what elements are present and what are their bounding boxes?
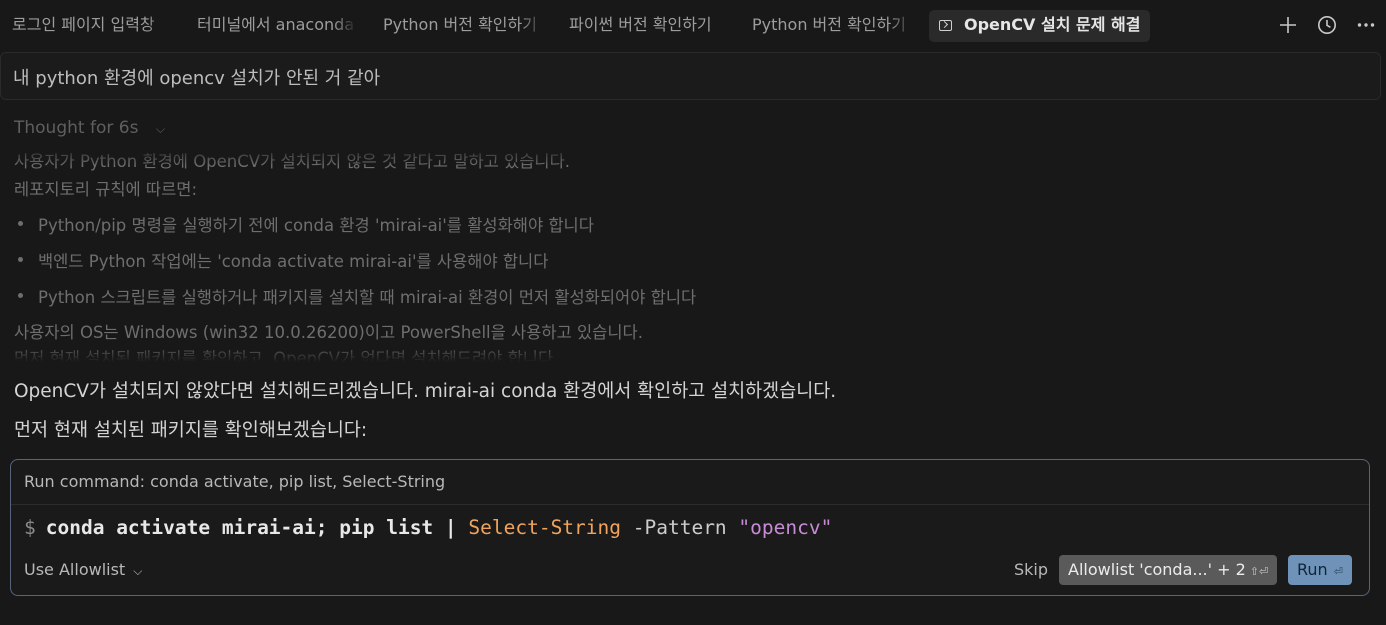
user-prompt-text: 내 python 환경에 opencv 설치가 안된 거 같아 (13, 68, 381, 89)
thought-duration: for 6s (89, 118, 139, 138)
thought-line: 사용자가 Python 환경에 OpenCV가 설치되지 않은 것 같다고 말하… (14, 152, 571, 171)
more-icon[interactable] (1355, 14, 1377, 36)
history-icon[interactable] (1316, 14, 1338, 36)
allowlist-button[interactable]: Allowlist 'conda...' + 2 ⇧⏎ (1059, 555, 1278, 585)
prompt-symbol: $ (24, 516, 36, 539)
tab-python-version-2[interactable]: Python 버전 확인하기 (752, 10, 914, 42)
skip-button[interactable]: Skip (1014, 560, 1048, 579)
command-footer: Use Allowlist ⌵ Skip Allowlist 'conda...'… (11, 552, 1369, 592)
command-string: "opencv" (738, 516, 833, 539)
thought-bullet: Python 스크립트를 실행하거나 패키지를 설치할 때 mirai-ai 환… (17, 284, 696, 308)
shortcut-hint: ⏎ (1333, 565, 1343, 578)
shortcut-hint: ⇧⏎ (1249, 565, 1269, 578)
command-code: $ conda activate mirai-ai; pip list | Sel… (24, 516, 832, 539)
allowlist-mode-label: Use Allowlist (24, 560, 126, 579)
thought-label: Thought (14, 118, 85, 138)
tab-python-version-1[interactable]: Python 버전 확인하기 (383, 10, 545, 42)
chevron-down-icon: ⌵ (133, 564, 143, 578)
run-button[interactable]: Run ⏎ (1288, 555, 1352, 585)
thought-toggle[interactable]: Thought for 6s ⌵ (14, 118, 165, 138)
user-prompt[interactable]: 내 python 환경에 opencv 설치가 안된 거 같아 (0, 52, 1381, 100)
plus-icon[interactable] (1277, 14, 1299, 36)
assistant-message-line: OpenCV가 설치되지 않았다면 설치해드리겠습니다. mirai-ai co… (14, 381, 837, 402)
command-title: Run command: conda activate, pip list, S… (24, 472, 446, 491)
command-text: conda activate mirai-ai; pip list | (45, 516, 469, 539)
chevron-down-icon: ⌵ (155, 122, 165, 136)
tab-terminal-anaconda[interactable]: 터미널에서 anaconda (197, 10, 357, 42)
thought-line: 레포지토리 규칙에 따르면: (14, 180, 198, 199)
run-command-card: Run command: conda activate, pip list, S… (10, 459, 1370, 596)
tab-login-page[interactable]: 로그인 페이지 입력창 (12, 10, 172, 42)
tab-bar: 로그인 페이지 입력창 터미널에서 anaconda Python 버전 확인하… (0, 0, 1386, 50)
terminal-icon (939, 20, 952, 31)
tab-opencv-label: OpenCV 설치 문제 해결 (964, 15, 1141, 34)
thought-content: 사용자가 Python 환경에 OpenCV가 설치되지 않은 것 같다고 말하… (0, 144, 1386, 362)
allowlist-mode-dropdown[interactable]: Use Allowlist ⌵ (24, 560, 142, 579)
assistant-message-line: 먼저 현재 설치된 패키지를 확인해보겠습니다: (14, 420, 368, 441)
thought-line: 먼저 현재 설치된 패키지를 확인하고, OpenCV가 없다면 설치해드려야 … (14, 349, 559, 362)
command-param: -Pattern (621, 516, 739, 539)
allowlist-button-label: Allowlist 'conda...' + 2 (1068, 560, 1246, 579)
tab-python-version-ko[interactable]: 파이썬 버전 확인하기 (569, 10, 734, 42)
command-cmdlet: Select-String (468, 516, 622, 539)
thought-bullet: 백엔드 Python 작업에는 'conda activate mirai-ai… (17, 248, 548, 272)
run-button-label: Run (1297, 560, 1328, 579)
divider (11, 504, 1369, 505)
tab-opencv-install[interactable]: OpenCV 설치 문제 해결 (929, 10, 1151, 42)
thought-line: 사용자의 OS는 Windows (win32 10.0.26200)이고 Po… (14, 323, 643, 342)
thought-bullet: Python/pip 명령을 실행하기 전에 conda 환경 'mirai-a… (18, 212, 594, 236)
